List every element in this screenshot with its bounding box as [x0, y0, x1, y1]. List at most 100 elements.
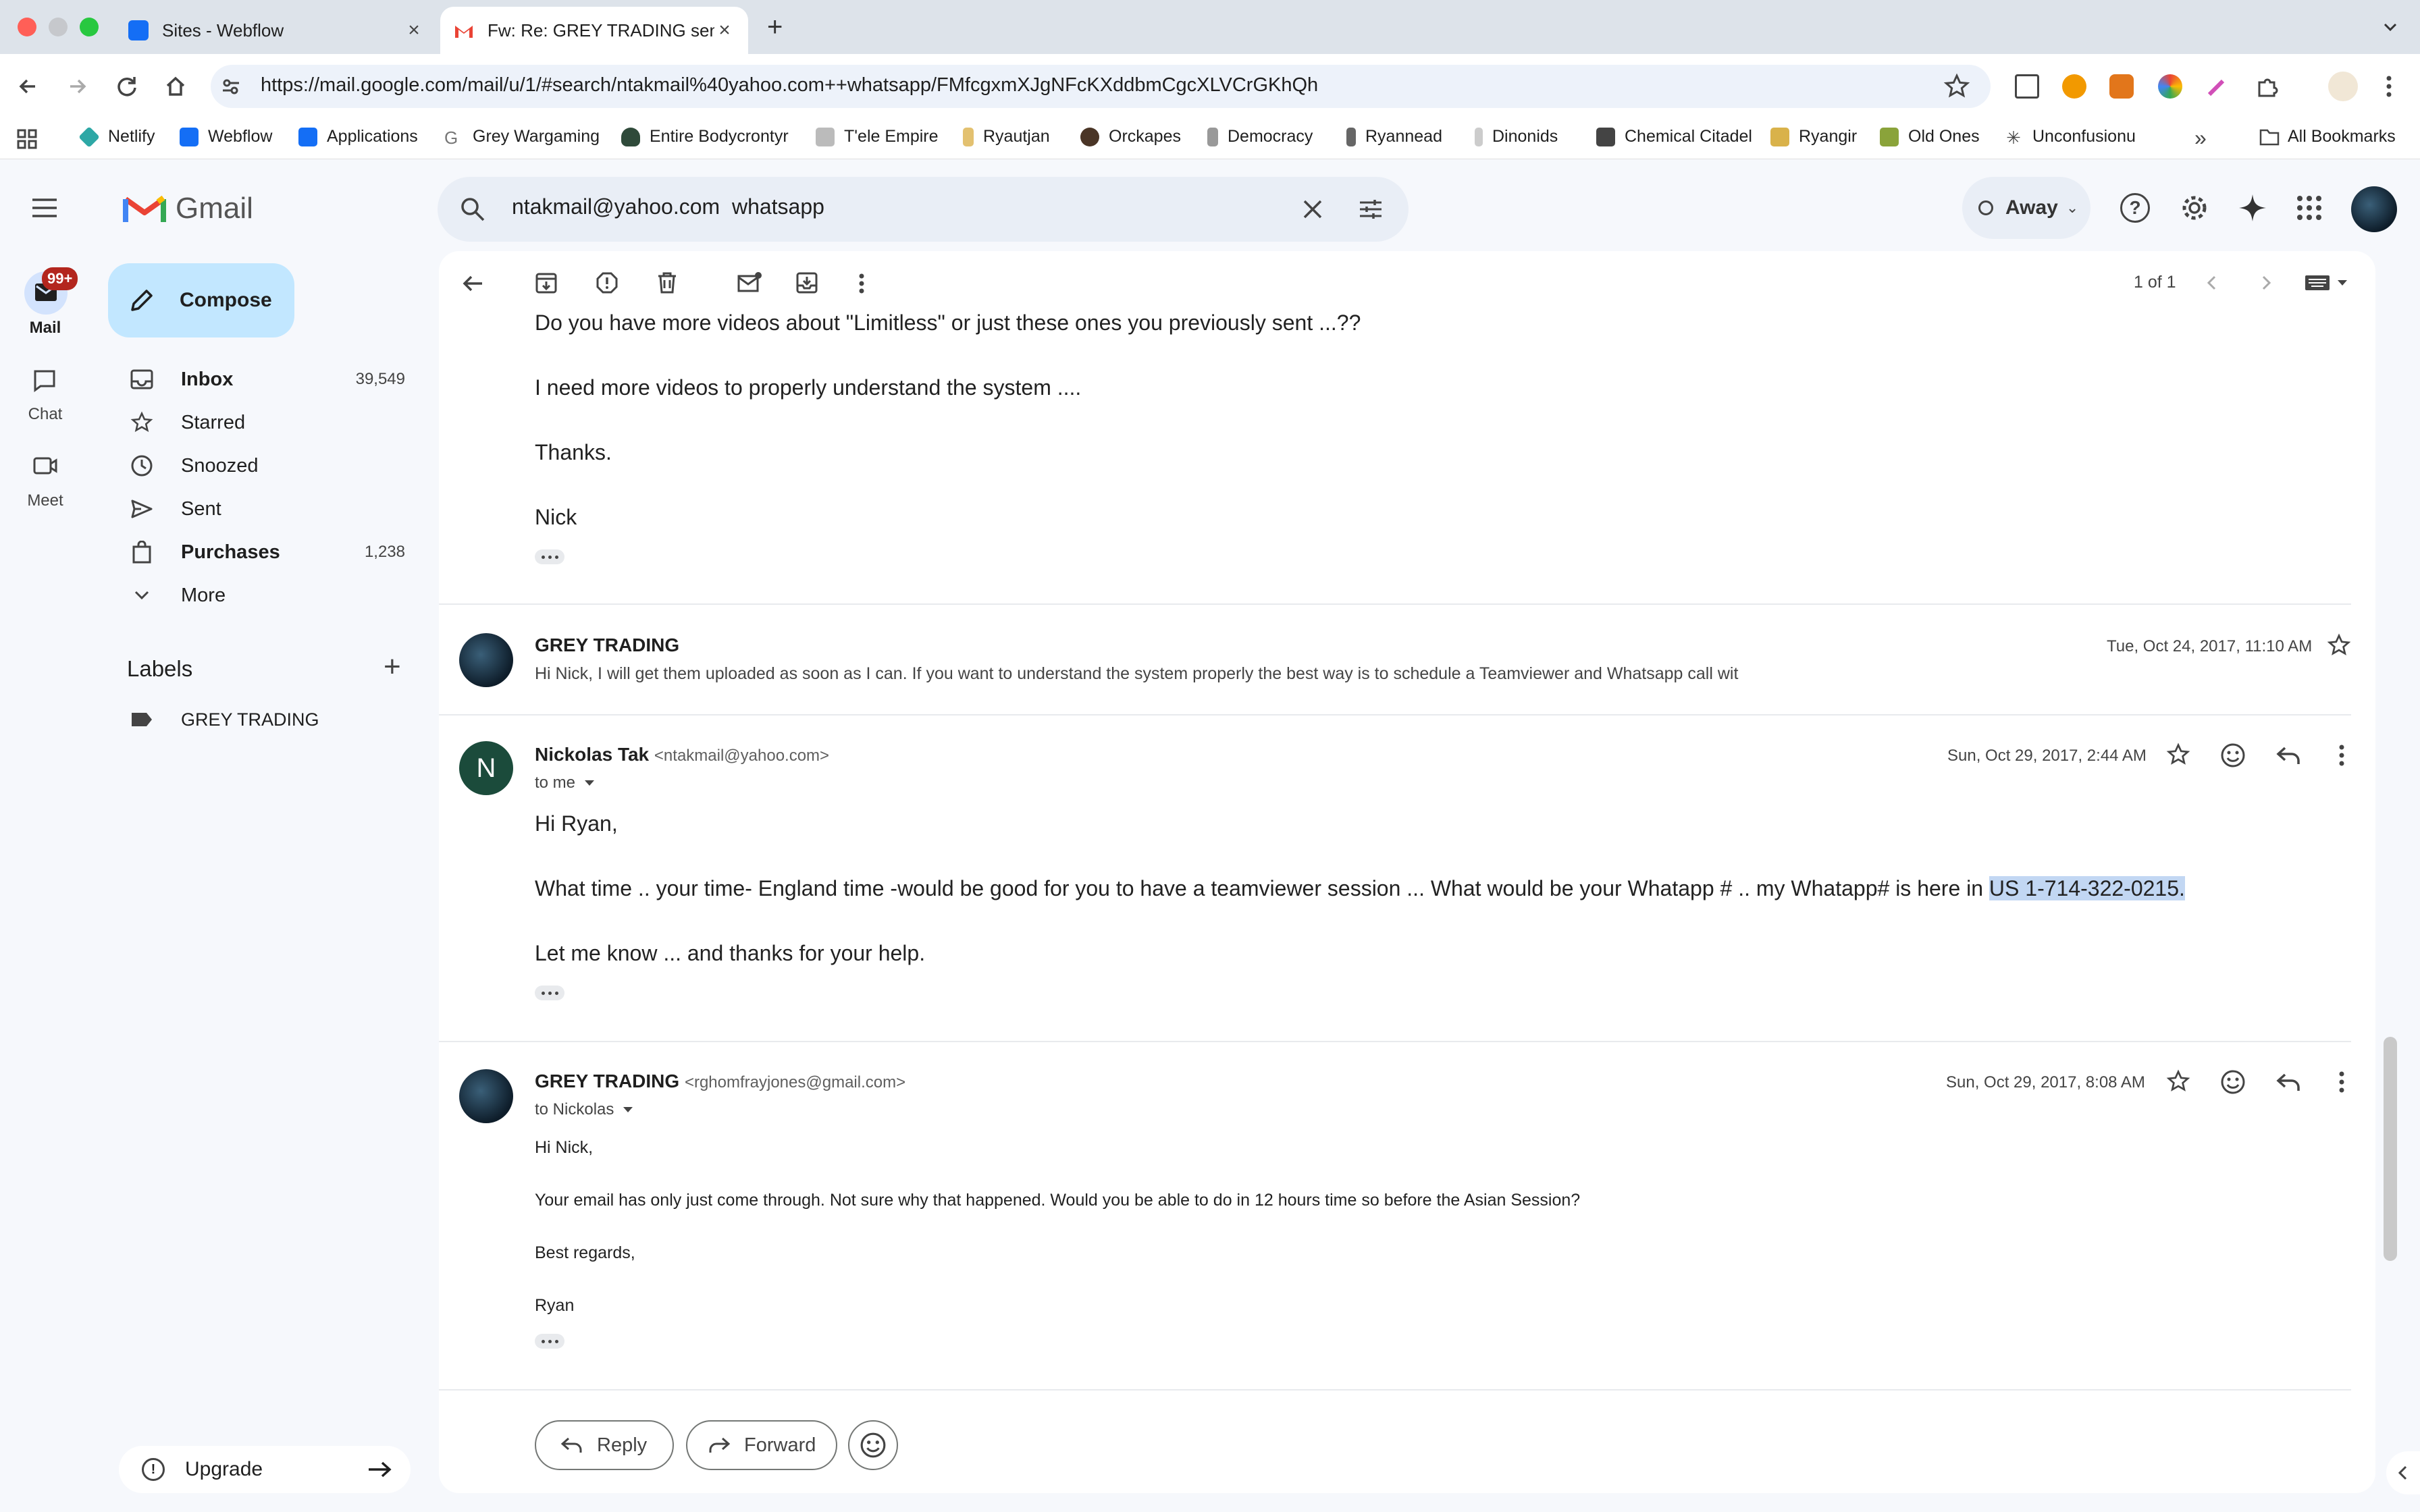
site-settings-icon[interactable]: [220, 76, 242, 97]
rail-chat-label[interactable]: Chat: [0, 405, 90, 424]
search-options-icon[interactable]: [1357, 196, 1384, 223]
nav-snoozed[interactable]: Snoozed: [101, 444, 419, 487]
bookmark-webflow[interactable]: Webflow: [180, 127, 272, 146]
rail-meet-label[interactable]: Meet: [0, 491, 90, 510]
bookmark-orckapes[interactable]: Orckapes: [1080, 127, 1181, 146]
tab-webflow[interactable]: Sites - Webflow ×: [115, 7, 438, 54]
more-actions-icon[interactable]: [855, 273, 868, 294]
forward-button[interactable]: Forward: [686, 1420, 837, 1470]
move-to-icon[interactable]: [795, 271, 818, 294]
label-grey-trading[interactable]: GREY TRADING: [101, 698, 419, 741]
maximize-window-button[interactable]: [80, 18, 99, 36]
show-trimmed-content-button[interactable]: [535, 986, 564, 1000]
extension-person-icon[interactable]: [2062, 74, 2086, 99]
bookmark-unconfusionu[interactable]: ✳ Unconfusionu: [2004, 127, 2136, 148]
nav-purchases[interactable]: Purchases 1,238: [101, 531, 419, 574]
message-snippet[interactable]: Hi Nick, I will get them uploaded as soo…: [535, 664, 2155, 684]
emoji-reaction-icon[interactable]: [2220, 742, 2246, 768]
settings-gear-icon[interactable]: [2180, 193, 2209, 223]
recipients-toggle[interactable]: to me: [535, 774, 596, 792]
meet-icon[interactable]: [32, 455, 58, 477]
all-bookmarks-folder[interactable]: All Bookmarks: [2259, 127, 2396, 146]
search-icon[interactable]: [459, 196, 486, 223]
bookmark-ryautjan[interactable]: Ryautjan: [963, 127, 1050, 146]
show-trimmed-content-button[interactable]: [535, 549, 564, 564]
gemini-sparkle-icon[interactable]: [2238, 193, 2267, 223]
reply-button[interactable]: Reply: [535, 1420, 674, 1470]
google-apps-icon[interactable]: [2296, 194, 2323, 221]
bookmark-entire-bodycrontyr[interactable]: Entire Bodycrontyr: [621, 127, 789, 146]
back-to-search-icon[interactable]: [461, 273, 485, 294]
sender-line[interactable]: Nickolas Tak <ntakmail@yahoo.com>: [535, 744, 829, 765]
reply-icon[interactable]: [2276, 1071, 2301, 1094]
archive-icon[interactable]: [535, 271, 558, 294]
emoji-reaction-button[interactable]: [848, 1420, 898, 1470]
reload-icon[interactable]: [113, 73, 140, 100]
mark-unread-icon[interactable]: [737, 272, 762, 292]
chat-icon[interactable]: [32, 369, 57, 393]
eyedropper-icon[interactable]: [2205, 74, 2230, 99]
bookmark-old-ones[interactable]: Old Ones: [1880, 127, 1980, 146]
bookmark-star-icon[interactable]: [1943, 73, 1970, 100]
search-input[interactable]: ntakmail@yahoo.com whatsapp: [512, 194, 824, 219]
upgrade-button[interactable]: ! Upgrade: [119, 1446, 411, 1493]
sender-name[interactable]: GREY TRADING: [535, 634, 679, 656]
apps-grid-icon[interactable]: [16, 128, 38, 150]
back-arrow-icon[interactable]: [15, 73, 42, 100]
show-trimmed-content-button[interactable]: [535, 1334, 564, 1349]
tab-search-icon[interactable]: [2379, 16, 2401, 38]
nav-more[interactable]: More: [101, 574, 419, 617]
recipients-toggle[interactable]: to Nickolas: [535, 1100, 634, 1119]
status-selector[interactable]: Away ⌄: [1962, 177, 2090, 239]
input-tools-keyboard-icon[interactable]: [2304, 274, 2348, 292]
home-icon[interactable]: [162, 73, 189, 100]
sender-avatar[interactable]: [459, 633, 513, 687]
older-chevron-icon[interactable]: [2204, 273, 2220, 293]
close-window-button[interactable]: [18, 18, 36, 36]
star-icon[interactable]: [2166, 1069, 2190, 1094]
bookmark-tele-empire[interactable]: T'ele Empire: [816, 127, 939, 146]
bookmark-grey-wargaming[interactable]: G Grey Wargaming: [444, 127, 600, 148]
profile-avatar[interactable]: [2328, 72, 2358, 101]
sender-avatar[interactable]: [459, 1069, 513, 1123]
highlighted-phone-number[interactable]: US 1-714-322-0215.: [1989, 876, 2185, 900]
bookmark-ryangir[interactable]: Ryangir: [1770, 127, 1857, 146]
bookmark-democracy[interactable]: Democracy: [1207, 127, 1313, 146]
compose-button[interactable]: Compose: [108, 263, 294, 338]
emoji-reaction-icon[interactable]: [2220, 1069, 2246, 1095]
sender-line[interactable]: GREY TRADING <rghomfrayjones@gmail.com>: [535, 1071, 905, 1092]
message-more-icon[interactable]: [2336, 1071, 2347, 1094]
message-more-icon[interactable]: [2336, 744, 2347, 767]
new-tab-icon[interactable]: +: [767, 12, 783, 43]
star-icon[interactable]: [2327, 633, 2351, 657]
rail-mail-label[interactable]: Mail: [0, 319, 90, 338]
forward-arrow-icon[interactable]: [63, 73, 90, 100]
nav-sent[interactable]: Sent: [101, 487, 419, 531]
more-bookmarks-chevron-icon[interactable]: »: [2194, 126, 2207, 151]
bookmark-applications[interactable]: Applications: [298, 127, 418, 146]
star-icon[interactable]: [2166, 742, 2190, 767]
metamask-fox-icon[interactable]: [2109, 74, 2134, 99]
close-tab-icon[interactable]: ×: [714, 19, 735, 42]
browser-menu-icon[interactable]: [2384, 74, 2394, 99]
bookmark-netlify[interactable]: Netlify: [78, 126, 155, 148]
nav-inbox[interactable]: Inbox 39,549: [101, 358, 419, 401]
gmail-logo[interactable]: Gmail: [123, 192, 253, 225]
extension-color-icon[interactable]: [2158, 74, 2182, 99]
help-icon[interactable]: ?: [2120, 193, 2150, 223]
tab-gmail[interactable]: Fw: Re: GREY TRADING sent ×: [440, 7, 748, 54]
account-avatar[interactable]: [2351, 186, 2397, 232]
bookmark-chemical-citadel[interactable]: Chemical Citadel: [1596, 127, 1752, 146]
nav-starred[interactable]: Starred: [101, 401, 419, 444]
delete-trash-icon[interactable]: [656, 271, 678, 294]
report-spam-icon[interactable]: [596, 271, 619, 294]
qr-code-icon[interactable]: [2015, 74, 2039, 99]
scrollbar-thumb[interactable]: [2384, 1037, 2397, 1261]
create-label-plus-icon[interactable]: +: [384, 652, 401, 682]
minimize-window-button[interactable]: [49, 18, 68, 36]
close-tab-icon[interactable]: ×: [404, 19, 424, 42]
clear-search-icon[interactable]: [1299, 196, 1326, 223]
url-text[interactable]: https://mail.google.com/mail/u/1/#search…: [261, 74, 1318, 97]
newer-chevron-icon[interactable]: [2258, 273, 2274, 293]
reply-icon[interactable]: [2276, 744, 2301, 767]
